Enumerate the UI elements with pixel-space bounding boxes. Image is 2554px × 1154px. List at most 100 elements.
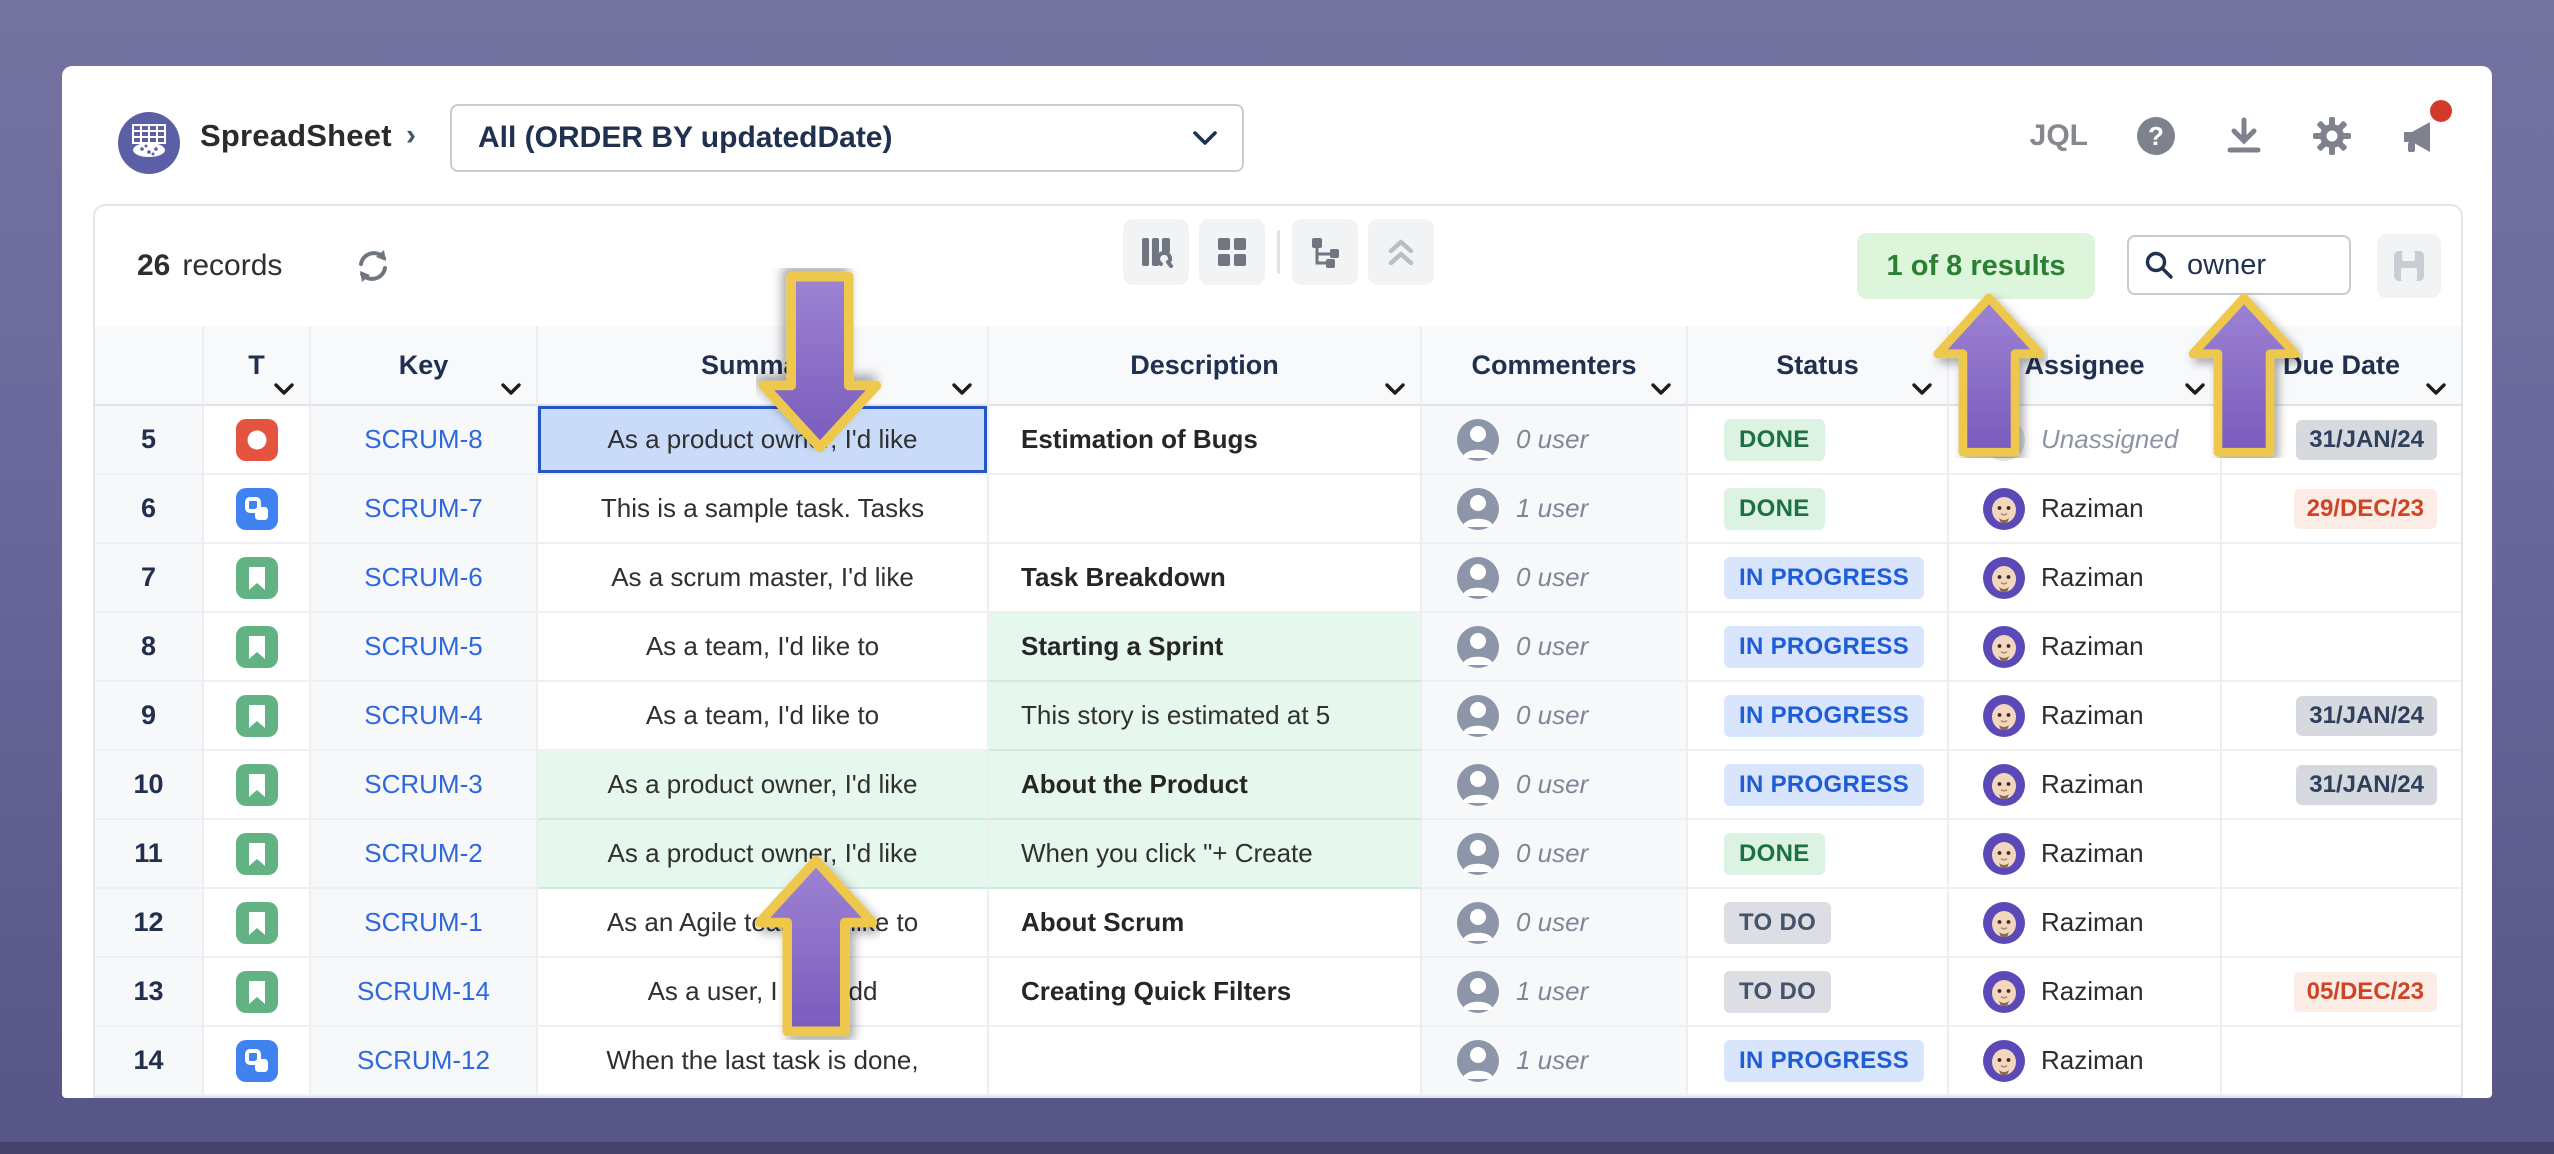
row-number[interactable]: 11: [95, 820, 204, 889]
commenters-cell[interactable]: 1 user: [1422, 475, 1688, 544]
status-cell[interactable]: IN PROGRESS: [1688, 1027, 1949, 1096]
issue-type-cell[interactable]: [204, 889, 311, 958]
assignee-cell[interactable]: Raziman: [1949, 544, 2222, 613]
commenters-cell[interactable]: 0 user: [1422, 406, 1688, 475]
summary-cell[interactable]: As a product owner, I'd like: [538, 406, 989, 475]
grid-view-button[interactable]: [1199, 219, 1265, 285]
due-date-cell[interactable]: 05/DEC/23: [2222, 958, 2461, 1027]
issue-type-cell[interactable]: [204, 475, 311, 544]
tree-view-button[interactable]: [1292, 219, 1358, 285]
column-sort-chevron-icon[interactable]: [273, 382, 295, 396]
row-number[interactable]: 12: [95, 889, 204, 958]
issue-key-link[interactable]: SCRUM-12: [357, 1045, 490, 1076]
issue-key-cell[interactable]: SCRUM-5: [311, 613, 538, 682]
status-cell[interactable]: IN PROGRESS: [1688, 682, 1949, 751]
issue-type-cell[interactable]: [204, 682, 311, 751]
summary-cell[interactable]: As a team, I'd like to: [538, 682, 989, 751]
column-header-description[interactable]: Description: [989, 326, 1422, 406]
status-cell[interactable]: DONE: [1688, 820, 1949, 889]
gear-icon[interactable]: [2312, 116, 2352, 156]
filter-dropdown[interactable]: All (ORDER BY updatedDate): [450, 104, 1244, 172]
assignee-cell[interactable]: Raziman: [1949, 889, 2222, 958]
status-cell[interactable]: TO DO: [1688, 958, 1949, 1027]
issue-type-cell[interactable]: [204, 1027, 311, 1096]
due-date-cell[interactable]: [2222, 820, 2461, 889]
row-number[interactable]: 6: [95, 475, 204, 544]
assignee-cell[interactable]: Raziman: [1949, 682, 2222, 751]
issue-type-cell[interactable]: [204, 406, 311, 475]
due-date-cell[interactable]: 31/JAN/24: [2222, 406, 2461, 475]
issue-key-link[interactable]: SCRUM-2: [364, 838, 482, 869]
assignee-cell[interactable]: Unassigned: [1949, 406, 2222, 475]
issue-key-cell[interactable]: SCRUM-2: [311, 820, 538, 889]
commenters-cell[interactable]: 0 user: [1422, 682, 1688, 751]
search-input[interactable]: [2185, 248, 2339, 283]
row-number[interactable]: 5: [95, 406, 204, 475]
issue-key-cell[interactable]: SCRUM-4: [311, 682, 538, 751]
row-number[interactable]: 7: [95, 544, 204, 613]
issue-key-cell[interactable]: SCRUM-7: [311, 475, 538, 544]
assignee-cell[interactable]: Raziman: [1949, 1027, 2222, 1096]
summary-cell[interactable]: As a product owner, I'd like: [538, 820, 989, 889]
issue-key-link[interactable]: SCRUM-4: [364, 700, 482, 731]
column-header-summary[interactable]: Summary: [538, 326, 989, 406]
due-date-cell[interactable]: [2222, 544, 2461, 613]
issue-key-cell[interactable]: SCRUM-8: [311, 406, 538, 475]
due-date-cell[interactable]: 31/JAN/24: [2222, 682, 2461, 751]
column-sort-chevron-icon[interactable]: [951, 382, 973, 396]
issue-key-link[interactable]: SCRUM-5: [364, 631, 482, 662]
description-cell[interactable]: About Scrum: [989, 889, 1422, 958]
description-cell[interactable]: [989, 475, 1422, 544]
column-header-key[interactable]: Key: [311, 326, 538, 406]
due-date-cell[interactable]: [2222, 889, 2461, 958]
assignee-cell[interactable]: Raziman: [1949, 475, 2222, 544]
summary-cell[interactable]: As a product owner, I'd like: [538, 751, 989, 820]
status-cell[interactable]: DONE: [1688, 475, 1949, 544]
issue-type-cell[interactable]: [204, 958, 311, 1027]
summary-cell[interactable]: As a team, I'd like to: [538, 613, 989, 682]
issue-key-cell[interactable]: SCRUM-6: [311, 544, 538, 613]
assignee-cell[interactable]: Raziman: [1949, 958, 2222, 1027]
issue-key-cell[interactable]: SCRUM-1: [311, 889, 538, 958]
issue-type-cell[interactable]: [204, 820, 311, 889]
summary-cell[interactable]: As an Agile team, I'd like to: [538, 889, 989, 958]
description-cell[interactable]: When you click "+ Create: [989, 820, 1422, 889]
commenters-cell[interactable]: 0 user: [1422, 820, 1688, 889]
search-box[interactable]: [2127, 235, 2351, 295]
description-cell[interactable]: Task Breakdown: [989, 544, 1422, 613]
due-date-cell[interactable]: [2222, 1027, 2461, 1096]
issue-key-cell[interactable]: SCRUM-3: [311, 751, 538, 820]
refresh-icon[interactable]: [351, 244, 395, 288]
jql-button[interactable]: JQL: [2030, 119, 2088, 153]
commenters-cell[interactable]: 1 user: [1422, 958, 1688, 1027]
column-sort-chevron-icon[interactable]: [500, 382, 522, 396]
due-date-cell[interactable]: 29/DEC/23: [2222, 475, 2461, 544]
assignee-cell[interactable]: Raziman: [1949, 820, 2222, 889]
column-header-due[interactable]: Due Date: [2222, 326, 2461, 406]
assignee-cell[interactable]: Raziman: [1949, 613, 2222, 682]
column-settings-button[interactable]: [1123, 219, 1189, 285]
commenters-cell[interactable]: 0 user: [1422, 544, 1688, 613]
column-sort-chevron-icon[interactable]: [1911, 382, 1933, 396]
help-icon[interactable]: ?: [2136, 116, 2176, 156]
row-number[interactable]: 10: [95, 751, 204, 820]
status-cell[interactable]: IN PROGRESS: [1688, 613, 1949, 682]
issue-key-link[interactable]: SCRUM-14: [357, 976, 490, 1007]
column-header-assignee[interactable]: Assignee: [1949, 326, 2222, 406]
issue-type-cell[interactable]: [204, 751, 311, 820]
issue-key-link[interactable]: SCRUM-7: [364, 493, 482, 524]
column-header-status[interactable]: Status: [1688, 326, 1949, 406]
issue-key-link[interactable]: SCRUM-3: [364, 769, 482, 800]
announcements-button[interactable]: [2400, 116, 2440, 156]
row-number[interactable]: 9: [95, 682, 204, 751]
summary-cell[interactable]: As a user, I can add: [538, 958, 989, 1027]
status-cell[interactable]: IN PROGRESS: [1688, 544, 1949, 613]
issue-type-cell[interactable]: [204, 544, 311, 613]
description-cell[interactable]: Creating Quick Filters: [989, 958, 1422, 1027]
download-icon[interactable]: [2224, 116, 2264, 156]
commenters-cell[interactable]: 0 user: [1422, 751, 1688, 820]
row-number[interactable]: 8: [95, 613, 204, 682]
issue-key-link[interactable]: SCRUM-6: [364, 562, 482, 593]
column-header-type[interactable]: T: [204, 326, 311, 406]
due-date-cell[interactable]: 31/JAN/24: [2222, 751, 2461, 820]
